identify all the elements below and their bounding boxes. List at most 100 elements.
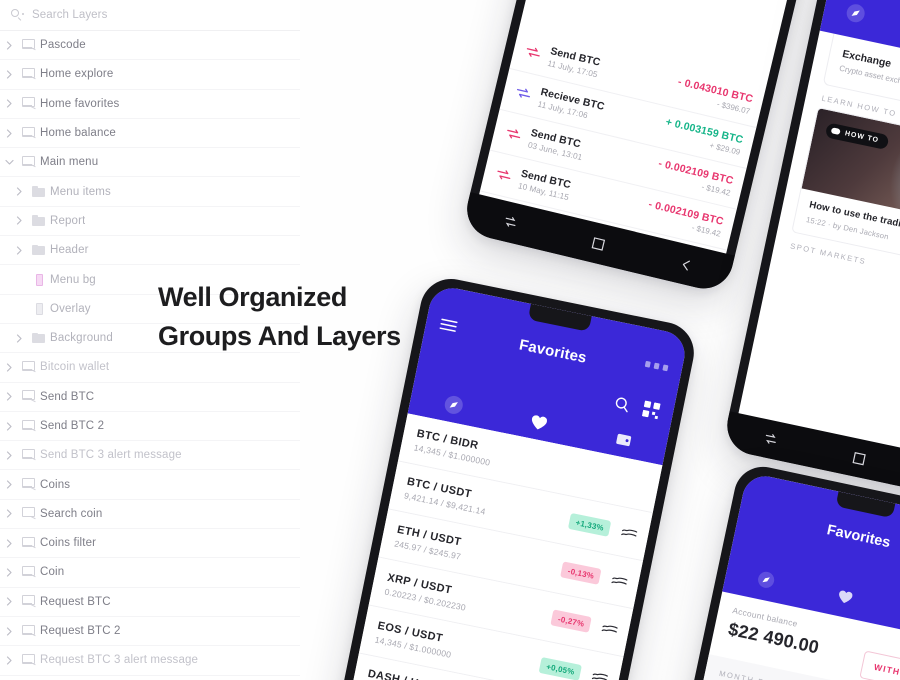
layer-type-icon <box>28 302 50 315</box>
layer-disclosure-icon[interactable] <box>10 334 28 343</box>
layer-label: Send BTC 2 <box>40 420 105 432</box>
layer-disclosure-icon[interactable] <box>0 451 18 460</box>
layer-row[interactable]: BTC Address <box>0 675 300 680</box>
layer-row[interactable]: Home explore <box>0 60 300 90</box>
layer-disclosure-icon[interactable] <box>0 509 18 518</box>
layer-disclosure-icon[interactable] <box>0 99 18 108</box>
layer-disclosure-icon[interactable] <box>10 187 28 196</box>
layer-label: Header <box>50 244 89 257</box>
layer-disclosure-icon[interactable] <box>0 159 18 166</box>
recents-icon[interactable] <box>762 431 779 448</box>
layer-type-icon <box>18 360 40 374</box>
artboard-icon <box>21 126 37 140</box>
layer-type-icon <box>18 419 40 433</box>
layer-disclosure-icon[interactable] <box>0 70 18 79</box>
recents-icon[interactable] <box>502 214 519 231</box>
change-badge: +0,05% <box>539 657 582 680</box>
layer-disclosure-icon[interactable] <box>0 363 18 372</box>
sparkline-icon <box>601 623 618 635</box>
transaction-direction-icon <box>476 250 498 265</box>
layer-label: Bitcoin wallet <box>40 361 110 374</box>
layer-type-icon <box>28 273 50 286</box>
artboard-icon <box>21 419 37 433</box>
layer-label: Background <box>50 332 113 345</box>
layer-disclosure-icon[interactable] <box>0 568 18 577</box>
layer-disclosure-icon[interactable] <box>10 216 28 226</box>
layer-row[interactable]: Request BTC <box>0 587 300 617</box>
layer-disclosure-icon[interactable] <box>0 597 18 606</box>
folder-icon <box>32 186 46 197</box>
layer-disclosure-icon[interactable] <box>10 246 28 255</box>
layer-type-icon <box>18 595 40 608</box>
layer-disclosure-icon[interactable] <box>0 392 18 401</box>
layer-row[interactable]: Send BTC <box>0 382 300 412</box>
layer-label: Report <box>50 214 86 227</box>
layer-type-icon <box>18 536 40 550</box>
search-icon <box>10 8 24 22</box>
layer-label: Search coin <box>40 507 103 520</box>
home-icon[interactable] <box>851 450 866 465</box>
howto-badge-label: HOW TO <box>844 129 880 144</box>
layer-row[interactable]: Request BTC 2 <box>0 616 300 647</box>
layer-label: Home favorites <box>40 97 120 110</box>
transaction-direction-icon <box>505 127 527 142</box>
layer-disclosure-icon[interactable] <box>0 539 18 548</box>
layer-type-icon <box>18 97 40 110</box>
layer-label: Send BTC <box>40 390 95 403</box>
search-input[interactable] <box>32 9 232 21</box>
artboard-icon <box>21 507 37 520</box>
layer-row[interactable]: Home balance <box>0 118 300 149</box>
transaction-direction-icon <box>515 86 537 101</box>
phone-mockup-balance: Favorites Account balance $22 490.00 WIT… <box>642 461 900 680</box>
layer-row[interactable]: Coins filter <box>0 529 300 559</box>
layer-type-icon <box>18 390 40 403</box>
layer-type-icon <box>18 67 40 81</box>
artboard-icon <box>21 38 37 52</box>
search-layers-row[interactable] <box>0 0 300 31</box>
layer-row[interactable]: Coins <box>0 470 300 500</box>
layer-disclosure-icon[interactable] <box>0 128 18 138</box>
rectangle-icon <box>35 273 43 286</box>
layer-type-icon <box>28 215 50 226</box>
layer-disclosure-icon[interactable] <box>0 480 18 489</box>
layer-row[interactable]: Request BTC 3 alert message <box>0 646 300 676</box>
page-title: Well Organized Groups And Layers <box>158 278 458 356</box>
layer-disclosure-icon[interactable] <box>0 626 18 636</box>
layer-row[interactable]: Report <box>0 206 300 237</box>
layer-row[interactable]: Main menu <box>0 148 300 178</box>
layer-disclosure-icon[interactable] <box>0 41 18 50</box>
layer-type-icon <box>28 244 50 256</box>
layer-row[interactable]: Coin <box>0 558 300 588</box>
layer-disclosure-icon[interactable] <box>0 656 18 665</box>
artboard-icon <box>21 97 37 110</box>
layer-row[interactable]: Search coin <box>0 499 300 530</box>
page-title-line: Groups And Layers <box>158 320 401 351</box>
layer-label: Menu items <box>50 185 111 198</box>
change-badge: -0,27% <box>550 609 592 633</box>
artboard-icon <box>21 565 37 579</box>
folder-icon <box>32 215 46 226</box>
layer-label: Coin <box>40 566 65 579</box>
artboard-icon <box>21 653 37 667</box>
artboard-icon <box>21 536 37 550</box>
folder-icon <box>32 244 46 256</box>
layer-row[interactable]: Menu items <box>0 177 300 207</box>
layer-row[interactable]: Pascode <box>0 31 300 61</box>
search-icon[interactable] <box>613 395 632 418</box>
change-badge: +1,33% <box>568 513 612 537</box>
layer-row[interactable]: Bitcoin wallet <box>0 353 300 383</box>
back-icon[interactable] <box>678 257 694 273</box>
layer-row[interactable]: Home favorites <box>0 89 300 119</box>
layer-label: Send BTC 3 alert message <box>40 449 182 462</box>
layer-row[interactable]: Header <box>0 236 300 266</box>
layer-disclosure-icon[interactable] <box>0 421 18 431</box>
change-badge: -0,13% <box>560 561 602 585</box>
layer-row[interactable]: Send BTC 3 alert message <box>0 441 300 471</box>
app-window: Send BTC 11 July, 17:05- 0.043010 BTC - $3… <box>0 0 900 680</box>
layer-label: Coins filter <box>40 537 97 550</box>
layer-row[interactable]: Send BTC 2 <box>0 411 300 442</box>
home-icon[interactable] <box>591 236 607 252</box>
sparkline-icon <box>591 671 609 680</box>
layer-type-icon <box>18 653 40 667</box>
layer-type-icon <box>18 155 40 169</box>
